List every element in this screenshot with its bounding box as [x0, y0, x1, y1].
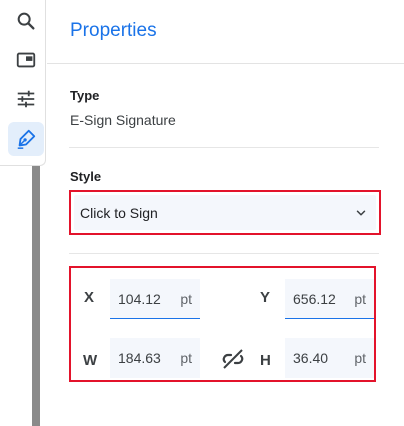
- x-value: 104.12: [118, 290, 161, 307]
- link-broken-icon[interactable]: [220, 346, 246, 372]
- properties-panel: Properties Type E-Sign Signature Style C…: [47, 0, 404, 426]
- geometry-group: X 104.12 pt Y 656.12 pt W 184.63 pt H 36…: [69, 266, 376, 382]
- section-divider: [69, 253, 379, 254]
- style-select-field[interactable]: Click to Sign: [74, 195, 376, 230]
- window-tool-button[interactable]: [8, 43, 44, 77]
- height-input[interactable]: 36.40 pt: [285, 338, 374, 378]
- h-unit: pt: [354, 350, 366, 366]
- tool-group: [0, 0, 46, 166]
- left-toolbar: [0, 0, 46, 426]
- x-input[interactable]: 104.12 pt: [110, 279, 200, 319]
- x-unit: pt: [180, 290, 192, 307]
- w-unit: pt: [180, 350, 192, 366]
- window-icon: [16, 52, 36, 68]
- type-value: E-Sign Signature: [70, 112, 176, 128]
- search-tool-button[interactable]: [8, 4, 44, 38]
- type-label: Type: [70, 88, 100, 103]
- chevron-down-icon: [356, 209, 366, 216]
- y-label: Y: [260, 289, 271, 306]
- header-divider: [47, 63, 404, 64]
- y-input[interactable]: 656.12 pt: [285, 279, 374, 319]
- pen-icon: [17, 129, 36, 149]
- w-label: W: [83, 352, 98, 369]
- y-value: 656.12: [293, 290, 336, 307]
- signature-tool-button[interactable]: [8, 122, 44, 156]
- adjustments-tool-button[interactable]: [8, 82, 44, 116]
- y-unit: pt: [354, 290, 366, 307]
- width-input[interactable]: 184.63 pt: [110, 338, 200, 378]
- search-icon: [17, 12, 35, 30]
- h-value: 36.40: [293, 350, 329, 366]
- style-selected-value: Click to Sign: [80, 204, 158, 221]
- style-dropdown[interactable]: Click to Sign: [69, 190, 381, 235]
- w-value: 184.63: [118, 350, 161, 366]
- sliders-icon: [17, 90, 35, 108]
- panel-title: Properties: [70, 20, 157, 41]
- style-label: Style: [70, 169, 102, 184]
- x-label: X: [84, 289, 95, 306]
- section-divider: [69, 147, 379, 148]
- h-label: H: [260, 352, 271, 369]
